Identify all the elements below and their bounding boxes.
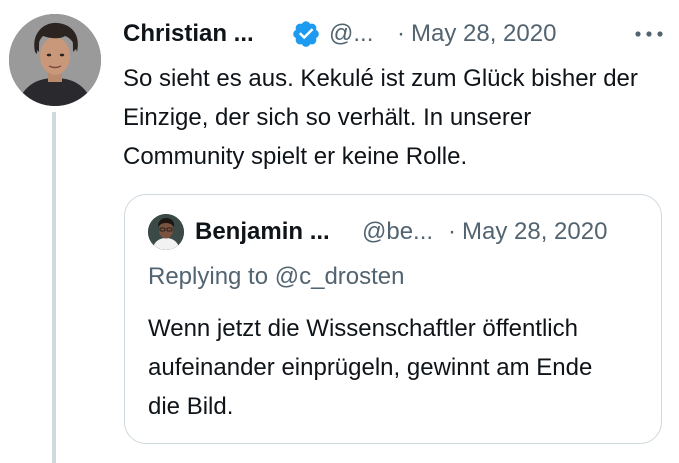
profile-photo-icon [148,214,184,250]
tweet[interactable]: Christian ... @... · May 28, 2020 So sie… [0,0,679,463]
quoted-author-handle[interactable]: @be... [362,218,438,246]
replying-to[interactable]: Replying to @c_drosten [148,263,405,291]
quoted-author-name[interactable]: Benjamin ... [195,218,362,246]
tweet-text: So sieht es aus. Kekulé ist zum Glück bi… [123,65,638,170]
author-avatar[interactable] [9,14,101,106]
quoted-tweet-header: Benjamin ... @be... · May 28, 2020 [148,214,607,250]
quoted-tweet-date[interactable]: May 28, 2020 [462,218,607,246]
tweet-header: Christian ... @... · May 28, 2020 [123,14,556,54]
profile-photo-icon [9,14,101,106]
author-handle[interactable]: @... [329,20,377,48]
more-options-icon [635,31,663,37]
tweet-date[interactable]: May 28, 2020 [411,20,556,48]
author-name[interactable]: Christian ... [123,20,291,48]
thread-line [52,112,56,463]
verified-badge-icon [291,19,321,49]
separator-dot: · [397,20,405,47]
more-options-button[interactable] [631,19,667,49]
quoted-author-avatar[interactable] [148,214,184,250]
separator-dot: · [448,218,456,245]
quoted-tweet[interactable]: Benjamin ... @be... · May 28, 2020 Reply… [124,194,662,444]
quoted-tweet-text: Wenn jetzt die Wissenschaftler öffentlic… [148,315,593,420]
